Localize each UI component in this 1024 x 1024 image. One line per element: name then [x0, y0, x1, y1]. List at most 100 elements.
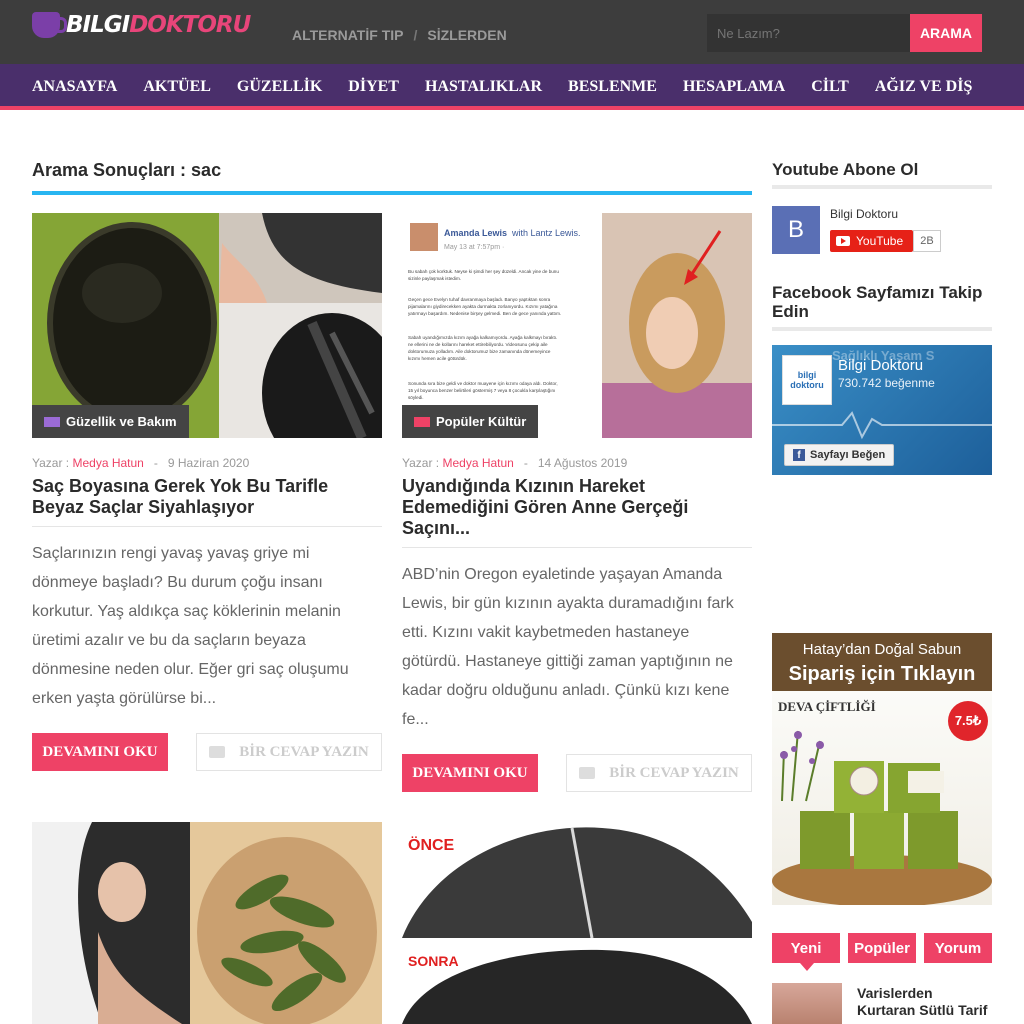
- site-logo[interactable]: BILGIDOKTORU: [32, 12, 251, 38]
- ad-line2: Sipariş için Tıklayın: [788, 663, 976, 685]
- youtube-subscriber-count: 2B: [913, 230, 941, 252]
- facebook-like-label: Sayfayı Beğen: [810, 449, 886, 461]
- coffee-cup-icon: [32, 12, 67, 38]
- nav-item-cilt[interactable]: CİLT: [811, 78, 849, 96]
- fb-post-line: yatırmayı başardım. Nedenise birşey gelm…: [408, 311, 561, 316]
- search-results-heading: Arama Sonuçları : sac: [32, 160, 752, 195]
- facebook-like-button[interactable]: f Sayfayı Beğen: [784, 444, 895, 466]
- category-label: Güzellik ve Bakım: [66, 414, 177, 429]
- nav-item-hastaliklar[interactable]: HASTALIKLAR: [425, 78, 542, 96]
- facebook-widget-title: Facebook Sayfamızı Takip Edin: [772, 283, 992, 331]
- post-date: 14 Ağustos 2019: [537, 456, 628, 470]
- heartbeat-icon: [772, 411, 992, 440]
- hair-leaves-image: [32, 822, 382, 1024]
- ad-brand: DEVA ÇİFTLİĞİ: [778, 699, 876, 714]
- post-excerpt: ABD’nin Oregon eyaletinde yaşayan Amanda…: [402, 566, 734, 728]
- category-label: Popüler Kültür: [436, 414, 527, 429]
- category-color-square: [414, 416, 430, 427]
- nav-item-guzellik[interactable]: GÜZELLİK: [237, 78, 322, 96]
- facebook-like-count: 730.742 beğenme: [838, 376, 935, 390]
- post-title[interactable]: Uyandığında Kızının Hareket Edemediğini …: [402, 476, 752, 548]
- search-form: ARAMA: [707, 14, 982, 52]
- youtube-widget-title: Youtube Abone Ol: [772, 160, 992, 189]
- post-date: 9 Haziran 2020: [167, 456, 250, 470]
- post-card: [32, 822, 382, 1024]
- search-input[interactable]: [707, 14, 910, 52]
- top-links: ALTERNATİF TIP / SİZLERDEN: [292, 27, 507, 43]
- after-label: SONRA: [408, 953, 459, 969]
- post-meta: Yazar : Medya Hatun - 9 Haziran 2020: [32, 456, 249, 470]
- post-thumbnail[interactable]: ÖNCE SONRA: [402, 822, 752, 1024]
- fb-post-line: ne ellerini ne de kollarını hareket etti…: [408, 342, 548, 347]
- read-more-button[interactable]: DEVAMINI OKU: [32, 733, 168, 771]
- before-label: ÖNCE: [408, 835, 455, 854]
- top-link-alternatif-tip[interactable]: ALTERNATİF TIP: [292, 27, 403, 43]
- nav-item-beslenme[interactable]: BESLENME: [568, 78, 657, 96]
- top-bar: BILGIDOKTORU ALTERNATİF TIP / SİZLERDEN …: [0, 0, 1024, 64]
- facebook-page-logo: bilgi doktoru: [782, 355, 832, 405]
- top-link-separator: /: [413, 27, 418, 43]
- post-thumbnail[interactable]: [32, 822, 382, 1024]
- nav-item-agiz-ve-dis[interactable]: AĞIZ VE DİŞ: [875, 78, 973, 96]
- reply-button[interactable]: BİR CEVAP YAZIN: [196, 733, 382, 771]
- ad-price-badge: 7.5₺: [948, 701, 988, 741]
- fb-post-author: Amanda Lewis: [444, 228, 507, 238]
- author-prefix: Yazar :: [402, 456, 440, 470]
- fb-post-line: Geçen gece Evelyn tuhaf davranmaya başla…: [408, 297, 551, 302]
- category-badge[interactable]: Güzellik ve Bakım: [32, 405, 189, 438]
- nav-item-aktuel[interactable]: AKTÜEL: [143, 78, 211, 96]
- category-badge[interactable]: Popüler Kültür: [402, 405, 539, 438]
- tab-yeni[interactable]: Yeni: [772, 933, 840, 971]
- youtube-channel-avatar[interactable]: B: [772, 206, 820, 254]
- facebook-page-plugin[interactable]: Sağlıklı Yaşam S bilgi doktoru Bilgi Dok…: [772, 345, 992, 475]
- fb-post-line: Sonunda sıra bize geldi ve doktor muayen…: [408, 381, 558, 386]
- facebook-page-name[interactable]: Bilgi Doktoru: [838, 357, 923, 374]
- youtube-play-icon: [836, 236, 850, 246]
- post-card: ÖNCE SONRA: [402, 822, 752, 1024]
- fb-post-line: 15 yıl boyunca benzer belirtileri göster…: [408, 388, 555, 393]
- fb-post-line: Sabah uyandığımızda kızım ayağa kalkamıy…: [408, 335, 557, 340]
- comment-icon: [209, 746, 226, 758]
- date-separator: -: [153, 456, 158, 470]
- author-prefix: Yazar :: [32, 456, 70, 470]
- reply-button[interactable]: BİR CEVAP YAZIN: [566, 754, 752, 792]
- before-after-image: ÖNCE SONRA: [402, 822, 752, 1024]
- ad-line1: Hatay’dan Doğal Sabun: [802, 641, 962, 658]
- author-link[interactable]: Medya Hatun: [442, 456, 513, 470]
- post-excerpt: Saçlarınızın rengi yavaş yavaş griye mi …: [32, 545, 349, 707]
- reply-label: BİR CEVAP YAZIN: [239, 743, 369, 760]
- category-color-square: [44, 416, 60, 427]
- fb-post-line: sizinle paylaşmak istedim.: [408, 276, 461, 281]
- tab-populer[interactable]: Popüler: [848, 933, 916, 963]
- fb-post-line: söyledi.: [408, 395, 424, 400]
- nav-item-diyet[interactable]: DİYET: [348, 78, 399, 96]
- search-button[interactable]: ARAMA: [910, 14, 982, 52]
- post-card: Güzellik ve Bakım Yazar : Medya Hatun - …: [32, 213, 382, 773]
- main-nav: ANASAYFA AKTÜEL GÜZELLİK DİYET HASTALIKL…: [0, 64, 1024, 110]
- post-meta: Yazar : Medya Hatun - 14 Ağustos 2019: [402, 456, 627, 470]
- author-link[interactable]: Medya Hatun: [72, 456, 143, 470]
- soap-ad-banner[interactable]: Hatay’dan Doğal Sabun Sipariş için Tıkla…: [772, 633, 992, 905]
- fb-post-date: May 13 at 7:57pm ·: [444, 244, 504, 251]
- tab-item-title[interactable]: Varislerden Kurtaran Sütlü Tarif: [857, 985, 992, 1019]
- read-more-button[interactable]: DEVAMINI OKU: [402, 754, 538, 792]
- nav-item-hesaplama[interactable]: HESAPLAMA: [683, 78, 785, 96]
- youtube-button-label: YouTube: [856, 234, 904, 248]
- comment-icon: [579, 767, 596, 779]
- top-link-sizlerden[interactable]: SİZLERDEN: [427, 27, 506, 43]
- tab-yorum[interactable]: Yorum: [924, 933, 992, 963]
- fb-post-line: pijamalarını giydirecekken ayakta durmak…: [408, 304, 558, 309]
- facebook-icon: f: [793, 449, 805, 461]
- sidebar-tabs: Yeni Popüler Yorum: [772, 933, 992, 971]
- fb-post-line: Bu sabah çok korktuk. Neyse ki şimdi her…: [408, 269, 559, 274]
- tab-item-thumbnail[interactable]: [772, 983, 842, 1024]
- reply-label: BİR CEVAP YAZIN: [609, 764, 739, 781]
- fb-post-with: with Lantz Lewis.: [511, 228, 581, 238]
- post-title[interactable]: Saç Boyasına Gerek Yok Bu Tarifle Beyaz …: [32, 476, 382, 527]
- youtube-channel-name[interactable]: Bilgi Doktoru: [830, 207, 898, 221]
- youtube-subscribe-button[interactable]: YouTube: [830, 230, 913, 252]
- fb-post-line: doktorumuza yolladım. Aile doktorumuz bi…: [408, 349, 551, 354]
- post-card: Amanda Lewis with Lantz Lewis. May 13 at…: [402, 213, 752, 793]
- fb-post-line: kızımı hemen acile götürdük.: [408, 356, 467, 361]
- nav-item-anasayfa[interactable]: ANASAYFA: [32, 78, 117, 96]
